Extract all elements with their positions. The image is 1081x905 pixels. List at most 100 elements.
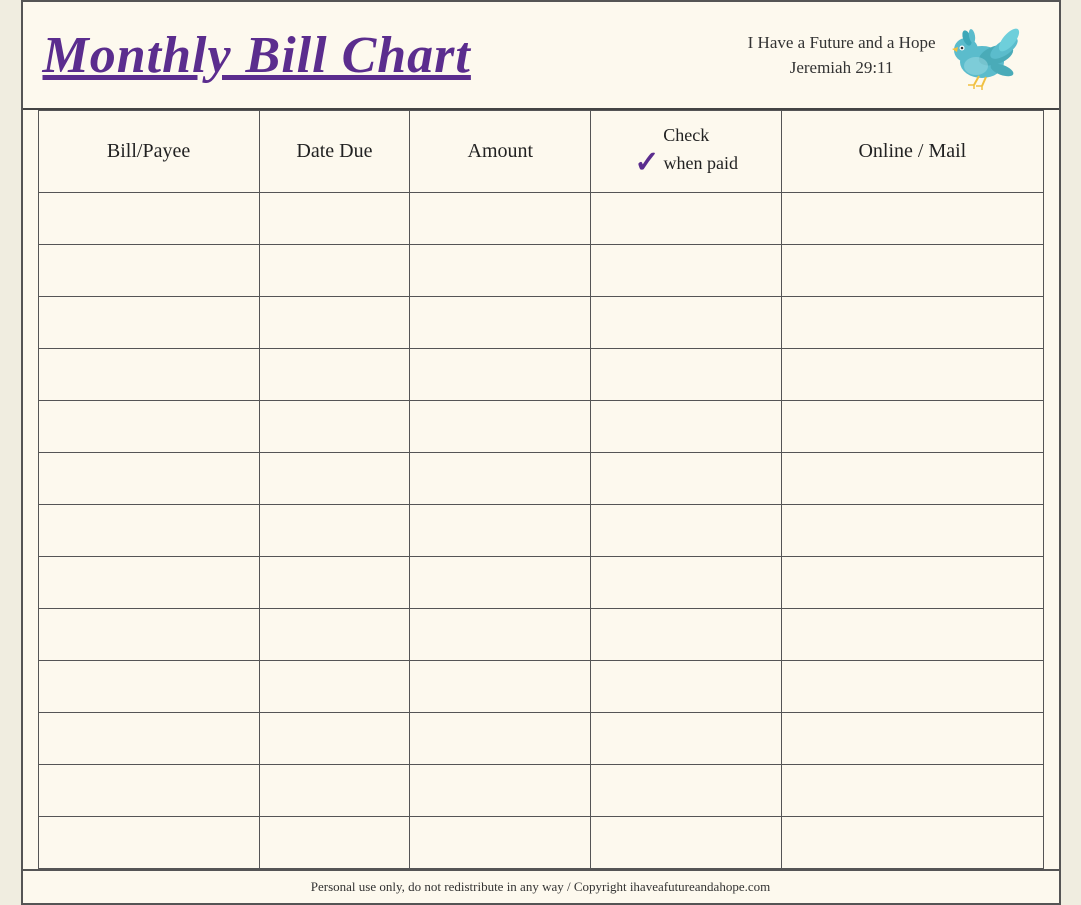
table-header-row: Bill/Payee Date Due Amount Check ✓ w (38, 111, 1043, 193)
table-cell (410, 713, 591, 765)
table-cell (782, 557, 1043, 609)
table-row (38, 557, 1043, 609)
table-cell (38, 401, 259, 453)
table-row (38, 713, 1043, 765)
table-cell (38, 245, 259, 297)
check-label: when paid (664, 153, 738, 174)
table-cell (591, 401, 782, 453)
col-header-amount: Amount (410, 111, 591, 193)
table-cell (259, 557, 410, 609)
table-cell (410, 193, 591, 245)
table-cell (38, 193, 259, 245)
table-cell (259, 713, 410, 765)
table-cell (782, 713, 1043, 765)
table-cell (591, 765, 782, 817)
col-header-bill: Bill/Payee (38, 111, 259, 193)
table-row (38, 193, 1043, 245)
table-cell (782, 661, 1043, 713)
table-cell (591, 193, 782, 245)
table-cell (38, 817, 259, 869)
table-row (38, 817, 1043, 869)
table-cell (410, 349, 591, 401)
table-row (38, 661, 1043, 713)
table-row (38, 349, 1043, 401)
table-cell (782, 453, 1043, 505)
table-body (38, 193, 1043, 869)
table-row (38, 245, 1043, 297)
table-cell (591, 453, 782, 505)
table-cell (259, 609, 410, 661)
table-cell (38, 713, 259, 765)
table-cell (38, 765, 259, 817)
table-cell (259, 817, 410, 869)
header: Monthly Bill Chart I Have a Future and a… (23, 2, 1059, 100)
table-cell (410, 401, 591, 453)
table-cell (38, 609, 259, 661)
table-cell (782, 193, 1043, 245)
check-symbol: ✓ (634, 148, 659, 178)
table-cell (38, 349, 259, 401)
page: Monthly Bill Chart I Have a Future and a… (21, 0, 1061, 905)
table-cell (259, 245, 410, 297)
table-cell (591, 609, 782, 661)
table-cell (782, 765, 1043, 817)
table-row (38, 765, 1043, 817)
table-cell (591, 557, 782, 609)
table-cell (259, 401, 410, 453)
table-cell (591, 661, 782, 713)
col-header-date: Date Due (259, 111, 410, 193)
bird-icon (944, 20, 1029, 90)
table-cell (259, 453, 410, 505)
table-cell (38, 557, 259, 609)
table-cell (410, 297, 591, 349)
table-cell (259, 297, 410, 349)
footer: Personal use only, do not redistribute i… (23, 869, 1059, 903)
table-cell (591, 817, 782, 869)
col-header-online: Online / Mail (782, 111, 1043, 193)
table-cell (591, 505, 782, 557)
table-cell (259, 349, 410, 401)
table-cell (259, 765, 410, 817)
table-cell (410, 557, 591, 609)
table-cell (259, 193, 410, 245)
table-cell (782, 817, 1043, 869)
table-cell (38, 297, 259, 349)
table-row (38, 401, 1043, 453)
table-cell (782, 245, 1043, 297)
table-cell (591, 245, 782, 297)
table-row (38, 609, 1043, 661)
table-cell (38, 453, 259, 505)
table-cell (782, 349, 1043, 401)
table-cell (410, 661, 591, 713)
table-cell (782, 609, 1043, 661)
check-word: Check (663, 125, 709, 146)
table-cell (410, 453, 591, 505)
table-row (38, 453, 1043, 505)
table-cell (410, 765, 591, 817)
table-cell (410, 817, 591, 869)
table-cell (38, 505, 259, 557)
header-right: I Have a Future and a Hope Jeremiah 29:1… (748, 20, 1029, 90)
col-header-check: Check ✓ when paid (591, 111, 782, 193)
table-cell (410, 245, 591, 297)
bill-table: Bill/Payee Date Due Amount Check ✓ w (38, 110, 1044, 869)
table-row (38, 505, 1043, 557)
table-cell (410, 609, 591, 661)
scripture-line2: Jeremiah 29:11 (748, 55, 936, 81)
table-cell (259, 505, 410, 557)
table-container: Bill/Payee Date Due Amount Check ✓ w (23, 110, 1059, 869)
table-cell (591, 297, 782, 349)
table-cell (782, 297, 1043, 349)
table-cell (38, 661, 259, 713)
table-cell (259, 661, 410, 713)
footer-text: Personal use only, do not redistribute i… (311, 879, 770, 894)
table-cell (591, 349, 782, 401)
table-cell (410, 505, 591, 557)
table-cell (782, 401, 1043, 453)
scripture-line1: I Have a Future and a Hope (748, 30, 936, 56)
page-title: Monthly Bill Chart (43, 26, 471, 85)
table-cell (782, 505, 1043, 557)
scripture-text: I Have a Future and a Hope Jeremiah 29:1… (748, 30, 936, 81)
table-cell (591, 713, 782, 765)
table-row (38, 297, 1043, 349)
